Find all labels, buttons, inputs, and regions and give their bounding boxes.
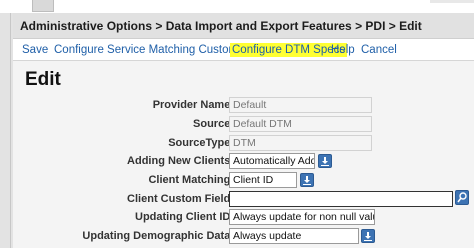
source-type-label: SourceType:	[168, 137, 234, 149]
cancel-link[interactable]: Cancel	[361, 43, 397, 57]
updating-demographic-data-dropdown-button[interactable]	[361, 229, 375, 243]
toolbar: Save Configure Service Matching Custom F…	[13, 39, 474, 61]
adding-new-clients-dropdown-button[interactable]	[318, 154, 332, 168]
top-edge	[430, 0, 474, 3]
edit-form-panel: Edit Provider Name: Default Source: Defa…	[13, 61, 474, 248]
provider-name-field: Default	[229, 97, 372, 113]
top-tab[interactable]	[32, 0, 54, 12]
client-custom-field-label: Client Custom Field:	[127, 193, 234, 205]
gutter-line	[10, 13, 11, 248]
top-strip	[0, 0, 474, 13]
updating-demographic-data-select[interactable]: Always update	[229, 228, 359, 244]
row-provider-name: Provider Name: Default	[13, 97, 474, 115]
client-custom-field-input[interactable]	[229, 191, 453, 207]
left-scroll-gutter	[0, 13, 13, 248]
download-arrow-icon	[364, 232, 372, 241]
row-source-type: SourceType: DTM	[13, 135, 474, 153]
client-matching-select[interactable]: Client ID	[229, 172, 297, 188]
page-title: Edit	[25, 69, 61, 90]
client-custom-field-lookup-button[interactable]	[455, 190, 469, 205]
client-matching-label: Client Matching:	[148, 174, 234, 186]
save-link[interactable]: Save	[22, 43, 48, 57]
row-adding-new-clients: Adding New Clients: Automatically Add	[13, 153, 474, 171]
source-label: Source:	[193, 118, 234, 130]
updating-demographic-data-label: Updating Demographic Data:	[82, 230, 234, 242]
row-client-custom-field: Client Custom Field:	[13, 190, 474, 209]
client-matching-dropdown-button[interactable]	[300, 173, 314, 187]
updating-client-id-select[interactable]: Always update for non null values	[229, 209, 375, 225]
download-arrow-icon	[303, 176, 311, 185]
row-updating-client-id: Updating Client ID: Always update for no…	[13, 209, 474, 227]
help-link[interactable]: Help	[331, 43, 355, 57]
row-source: Source: Default DTM	[13, 116, 474, 134]
breadcrumb: Administrative Options > Data Import and…	[13, 13, 474, 39]
updating-client-id-label: Updating Client ID:	[135, 211, 234, 223]
adding-new-clients-label: Adding New Clients:	[127, 155, 234, 167]
row-client-matching: Client Matching: Client ID	[13, 172, 474, 190]
source-field: Default DTM	[229, 116, 372, 132]
adding-new-clients-select[interactable]: Automatically Add	[229, 153, 315, 169]
provider-name-label: Provider Name:	[152, 99, 234, 111]
source-type-field: DTM	[229, 135, 372, 151]
configure-dtm-specs-link[interactable]: Configure DTM Specs	[230, 43, 348, 57]
download-arrow-icon	[321, 157, 329, 166]
magnifier-icon	[457, 192, 467, 203]
row-updating-demographic-data: Updating Demographic Data: Always update	[13, 228, 474, 246]
